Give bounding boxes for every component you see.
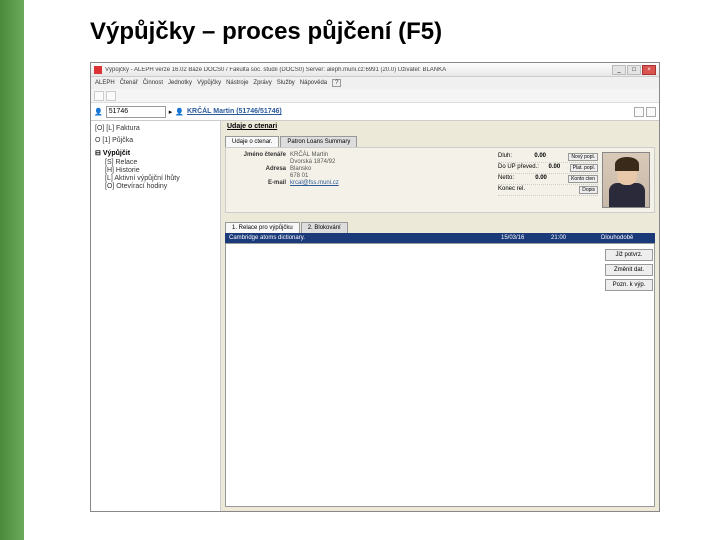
menubar: ALEPH Čtenář Činnost Jednotky Výpůjčky N… <box>91 77 659 89</box>
menu-sluzby[interactable]: Služby <box>277 80 295 86</box>
right-panel: Udaje o ctenari Udaje o ctenar. Patron L… <box>221 121 659 511</box>
value-doup: 0.00 <box>548 164 560 172</box>
help-icon[interactable]: ? <box>332 79 341 87</box>
tree-item-relace[interactable]: [S] Relace <box>105 159 216 166</box>
minimize-button[interactable]: _ <box>612 65 626 75</box>
slide-accent-stripe <box>0 0 24 540</box>
close-button[interactable]: × <box>642 65 656 75</box>
tab-loans-summary[interactable]: Patron Loans Summary <box>280 136 357 147</box>
value-addr2: Blansko <box>290 166 311 172</box>
loan-row-selected[interactable]: Cambridge atoms dictionary. 15/03/16 21:… <box>225 233 655 243</box>
slide-title: Výpůjčky – proces půjčení (F5) <box>90 18 442 46</box>
tree-tab-pujcka[interactable]: O [1] Půjčka <box>95 137 133 144</box>
toolbar <box>91 89 659 103</box>
subtab-relace[interactable]: 1. Relace pro výpůjčku <box>225 222 300 233</box>
menu-ctenar[interactable]: Čtenář <box>120 80 138 86</box>
btn-plat-popl[interactable]: Plat. popl. <box>570 164 598 172</box>
tab-udaje[interactable]: Udaje o ctenar. <box>225 136 279 147</box>
menu-vypujcky[interactable]: Výpůjčky <box>197 80 221 86</box>
label-dluh: Dluh: <box>498 153 512 161</box>
tree-root[interactable]: ⊟ Výpůjčit <box>95 149 216 157</box>
tree-tab-faktura[interactable]: [O] [L] Faktura <box>95 125 140 132</box>
person-icon-2: 👤 <box>175 108 184 116</box>
label-konec: Konec rel. <box>498 186 525 194</box>
tree-item-aktivni[interactable]: [L] Aktivní výpůjční lhůty <box>105 175 216 182</box>
btn-novy-popl[interactable]: Nový popl. <box>568 153 598 161</box>
label-address: Adresa <box>230 166 290 172</box>
toolbar-button-1[interactable] <box>94 91 104 101</box>
menu-jednotky[interactable]: Jednotky <box>168 80 192 86</box>
btn-jiz-potvrz[interactable]: Již potvrz. <box>605 249 653 261</box>
window-title: Výpůjčky - ALEPH verze 16.02 Báze DOCS0 … <box>105 67 612 73</box>
loan-cell-title: Cambridge atoms dictionary. <box>229 235 501 241</box>
subtab-blokovani[interactable]: 2. Blokování <box>301 222 348 233</box>
btn-pozn-k-vyp[interactable]: Pozn. k výp. <box>605 279 653 291</box>
label-email: E-mail <box>230 180 290 186</box>
loan-cell-time: 21:00 <box>551 235 601 241</box>
confirm-icon[interactable]: ▸ <box>169 108 173 116</box>
map-icon[interactable] <box>634 107 644 117</box>
app-window: Výpůjčky - ALEPH verze 16.02 Báze DOCS0 … <box>90 62 660 512</box>
label-doup: Do UP převed.: <box>498 164 539 172</box>
tree-item-historie[interactable]: [H] Historie <box>105 167 216 174</box>
loan-cell-date: 15/03/16 <box>501 235 551 241</box>
value-addr1: Dvorská 1874/92 <box>290 159 335 165</box>
value-email[interactable]: krcal@fss.muni.cz <box>290 180 339 186</box>
menu-zpravy[interactable]: Zprávy <box>253 80 271 86</box>
patron-card: Jméno čtenářeKRČÁL Martin Dvorská 1874/9… <box>225 147 655 213</box>
person-icon: 👤 <box>94 108 103 116</box>
left-tree-panel: [O] [L] Faktura O [1] Půjčka ⊟ Výpůjčit … <box>91 121 221 511</box>
btn-dopis[interactable]: Dopis <box>579 186 598 194</box>
loan-list-body <box>225 243 655 507</box>
maximize-button[interactable]: □ <box>627 65 641 75</box>
app-icon <box>94 66 102 74</box>
patron-info-header: Udaje o ctenari <box>221 121 659 133</box>
loan-cell-status: Dlouhodobě <box>601 235 651 241</box>
menu-napoveda[interactable]: Nápověda <box>300 80 327 86</box>
menu-aleph[interactable]: ALEPH <box>95 80 115 86</box>
menu-nastroje[interactable]: Nástroje <box>226 80 248 86</box>
tree-item-oteviraci[interactable]: [O] Otevírací hodiny <box>105 183 216 190</box>
side-action-buttons: Již potvrz. Změnit dat. Pozn. k výp. <box>605 249 653 291</box>
label-name: Jméno čtenáře <box>230 152 290 158</box>
label-netto: Netto: <box>498 175 514 183</box>
value-name: KRČÁL Martin <box>290 152 328 158</box>
value-addr3: 678 01 <box>290 173 308 179</box>
id-bar: 👤 51746 ▸ 👤 KRČÁL Martin (51746/51746) <box>91 103 659 121</box>
patron-id-field[interactable]: 51746 <box>106 106 166 118</box>
patron-name-link[interactable]: KRČÁL Martin (51746/51746) <box>187 108 282 115</box>
balance-column: Dluh: 0.00 Nový popl. Do UP převed.: 0.00 Pl… <box>498 152 598 208</box>
btn-zmenit-dat[interactable]: Změnit dat. <box>605 264 653 276</box>
patron-photo <box>602 152 650 208</box>
tool-icon[interactable] <box>646 107 656 117</box>
value-dluh: 0.00 <box>534 153 546 161</box>
toolbar-button-2[interactable] <box>106 91 116 101</box>
titlebar: Výpůjčky - ALEPH verze 16.02 Báze DOCS0 … <box>91 63 659 77</box>
value-netto: 0.00 <box>535 175 547 183</box>
btn-konto-cten[interactable]: Konto cten <box>568 175 598 183</box>
menu-cinnost[interactable]: Činnost <box>143 80 163 86</box>
